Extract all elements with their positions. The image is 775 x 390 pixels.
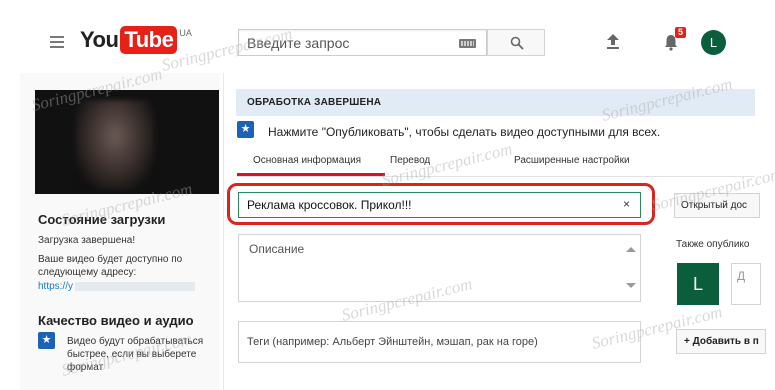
search-input[interactable] (239, 30, 454, 55)
menu-icon[interactable] (50, 36, 64, 48)
share-avatar: L (677, 263, 719, 305)
scroll-up-icon[interactable] (626, 247, 636, 252)
upload-status-text: Загрузка завершена! (38, 235, 136, 246)
video-link[interactable]: https://y (38, 281, 196, 292)
tab-advanced-settings[interactable]: Расширенные настройки (514, 155, 630, 166)
add-to-playlist-button[interactable]: + Добавить в п (676, 329, 766, 354)
logo-tube-text: Tube (120, 26, 178, 54)
also-publish-label: Также опублико (676, 239, 750, 250)
logo-region-label: UA (179, 28, 192, 38)
video-thumbnail (35, 90, 219, 194)
tags-placeholder: Теги (например: Альберт Эйнштейн, мэшап,… (247, 336, 538, 348)
tab-basic-info[interactable]: Основная информация (253, 155, 361, 166)
publish-info-text: Нажмите "Опубликовать", чтобы сделать ви… (268, 125, 661, 139)
star-icon: ★ (237, 121, 254, 138)
description-field[interactable]: Описание (238, 234, 641, 302)
privacy-label: Открытый дос (681, 200, 748, 211)
search-button[interactable] (487, 29, 545, 56)
tabs-divider (237, 176, 755, 177)
avatar[interactable]: L (701, 30, 726, 55)
quality-description: Видео будут обрабатываться быстрее, если… (67, 336, 204, 373)
add-to-playlist-label: + Добавить в п (684, 336, 759, 347)
processing-banner-text: ОБРАБОТКА ЗАВЕРШЕНА (247, 97, 382, 108)
share-message-placeholder: Д (737, 269, 746, 283)
tags-field[interactable]: Теги (например: Альберт Эйнштейн, мэшап,… (238, 321, 641, 363)
share-message-field[interactable]: Д (731, 263, 761, 305)
keyboard-icon[interactable] (459, 39, 476, 48)
description-placeholder: Описание (249, 242, 305, 256)
logo-you-text: You (80, 27, 119, 52)
upload-icon[interactable] (604, 32, 622, 50)
notification-badge: 5 (675, 27, 687, 38)
search-icon (510, 36, 524, 50)
upload-status-title: Состояние загрузки (38, 212, 166, 227)
tab-translation[interactable]: Перевод (390, 155, 430, 166)
youtube-logo[interactable]: You Tube UA (80, 26, 192, 54)
video-availability-text: Ваше видео будет доступно по следующему … (38, 254, 183, 278)
star-icon: ★ (38, 332, 55, 349)
title-highlight-outline (227, 183, 655, 225)
link-redacted (75, 281, 196, 291)
quality-title: Качество видео и аудио (38, 313, 194, 328)
search-box (238, 29, 487, 56)
video-link-text: https://y (38, 281, 74, 292)
scroll-down-icon[interactable] (626, 283, 636, 288)
privacy-dropdown[interactable]: Открытый дос (674, 193, 760, 218)
